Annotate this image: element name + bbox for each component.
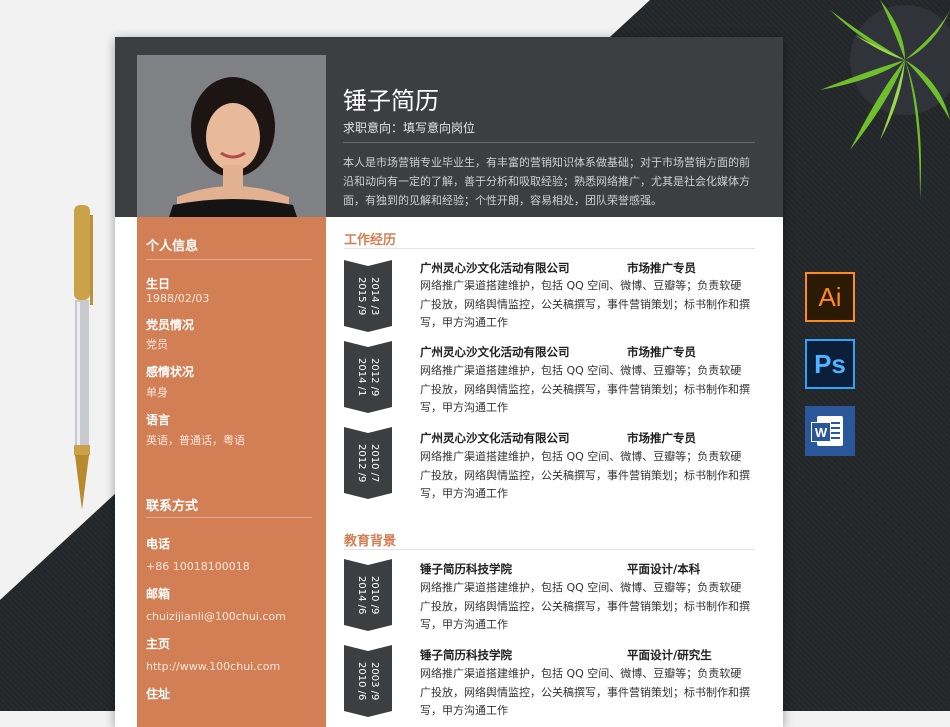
language-value: 英语，普通话，粤语 bbox=[146, 434, 245, 447]
resume-paper: 锤子简历 求职意向：填写意向岗位 本人是市场营销专业毕业生，有丰富的营销知识体系… bbox=[115, 37, 783, 727]
section-divider bbox=[344, 549, 755, 550]
resume-header: 锤子简历 求职意向：填写意向岗位 本人是市场营销专业毕业生，有丰富的营销知识体系… bbox=[115, 37, 783, 217]
header-divider bbox=[343, 142, 755, 143]
job-description: 网络推广渠道搭建维护，包括 QQ 空间、微博、豆瓣等；负责软硬广投放，网络舆情监… bbox=[420, 364, 750, 415]
education-description: 网络推广渠道搭建维护，包括 QQ 空间、微博、豆瓣等；负责软硬广投放，网络舆情监… bbox=[420, 667, 750, 718]
date-range: 2014 /3 2015 /9 bbox=[356, 276, 380, 316]
relationship-value: 单身 bbox=[146, 386, 168, 399]
plant-decoration bbox=[820, 0, 950, 200]
job-title: 市场推广专员 bbox=[627, 345, 696, 359]
phone-label: 电话 bbox=[146, 537, 171, 551]
word-letter: W bbox=[811, 422, 831, 442]
education-description: 网络推广渠道搭建维护，包括 QQ 空间、微博、豆瓣等；负责软硬广投放，网络舆情监… bbox=[420, 581, 750, 632]
word-icon: W bbox=[805, 406, 855, 456]
sidebar-divider bbox=[146, 259, 312, 260]
email-label: 邮箱 bbox=[146, 587, 171, 601]
date-range: 2010 /9 2014 /6 bbox=[356, 575, 380, 615]
contact-title: 联系方式 bbox=[146, 499, 199, 514]
sidebar-divider bbox=[146, 517, 312, 518]
homepage-label: 主页 bbox=[146, 637, 171, 651]
date-range: 2003 /9 2010 /6 bbox=[356, 661, 380, 701]
email-value: chuizijianli@100chui.com bbox=[146, 610, 286, 623]
word-document-graphic: W bbox=[811, 416, 843, 446]
school-name: 锤子简历科技学院 bbox=[420, 648, 512, 662]
pen-decoration bbox=[74, 205, 93, 510]
portrait-illustration bbox=[137, 55, 326, 217]
company-name: 广州灵心沙文化活动有限公司 bbox=[420, 431, 570, 445]
section-divider bbox=[344, 248, 755, 249]
relationship-label: 感情状况 bbox=[146, 365, 195, 379]
degree: 平面设计/本科 bbox=[627, 562, 701, 576]
work-section-title: 工作经历 bbox=[344, 233, 397, 248]
date-tag: 2012 /9 2014 /1 bbox=[344, 341, 392, 413]
date-tag: 2010 /9 2014 /6 bbox=[344, 559, 392, 631]
date-range: 2010 /7 2012 /9 bbox=[356, 443, 380, 483]
language-label: 语言 bbox=[146, 413, 171, 427]
date-range: 2012 /9 2014 /1 bbox=[356, 357, 380, 397]
job-title: 市场推广专员 bbox=[627, 261, 696, 275]
resume-name: 锤子简历 bbox=[343, 87, 439, 115]
profile-photo bbox=[137, 55, 326, 217]
party-value: 党员 bbox=[146, 338, 168, 351]
sidebar: 个人信息 生日 1988/02/03 党员情况 党员 感情状况 单身 语言 英语… bbox=[137, 217, 326, 727]
photoshop-icon: Ps bbox=[805, 339, 855, 389]
education-section-title: 教育背景 bbox=[344, 534, 397, 549]
degree: 平面设计/研究生 bbox=[627, 648, 712, 662]
school-name: 锤子简历科技学院 bbox=[420, 562, 512, 576]
job-description: 网络推广渠道搭建维护，包括 QQ 空间、微博、豆瓣等；负责软硬广投放，网络舆情监… bbox=[420, 279, 750, 330]
date-tag: 2014 /3 2015 /9 bbox=[344, 260, 392, 332]
self-summary: 本人是市场营销专业毕业生，有丰富的营销知识体系做基础；对于市场营销方面的前沿和动… bbox=[343, 156, 750, 207]
date-tag: 2010 /7 2012 /9 bbox=[344, 427, 392, 499]
personal-info-title: 个人信息 bbox=[146, 239, 199, 254]
illustrator-icon: Ai bbox=[805, 272, 855, 322]
date-tag: 2003 /9 2010 /6 bbox=[344, 645, 392, 717]
party-label: 党员情况 bbox=[146, 318, 195, 332]
address-label: 住址 bbox=[146, 687, 171, 701]
job-intention: 求职意向：填写意向岗位 bbox=[343, 121, 476, 135]
company-name: 广州灵心沙文化活动有限公司 bbox=[420, 261, 570, 275]
birthday-label: 生日 bbox=[146, 277, 171, 291]
phone-value: +86 10018100018 bbox=[146, 560, 250, 573]
homepage-value: http://www.100chui.com bbox=[146, 660, 281, 673]
company-name: 广州灵心沙文化活动有限公司 bbox=[420, 345, 570, 359]
job-description: 网络推广渠道搭建维护，包括 QQ 空间、微博、豆瓣等；负责软硬广投放，网络舆情监… bbox=[420, 450, 750, 501]
job-title: 市场推广专员 bbox=[627, 431, 696, 445]
birthday-value: 1988/02/03 bbox=[146, 292, 210, 305]
